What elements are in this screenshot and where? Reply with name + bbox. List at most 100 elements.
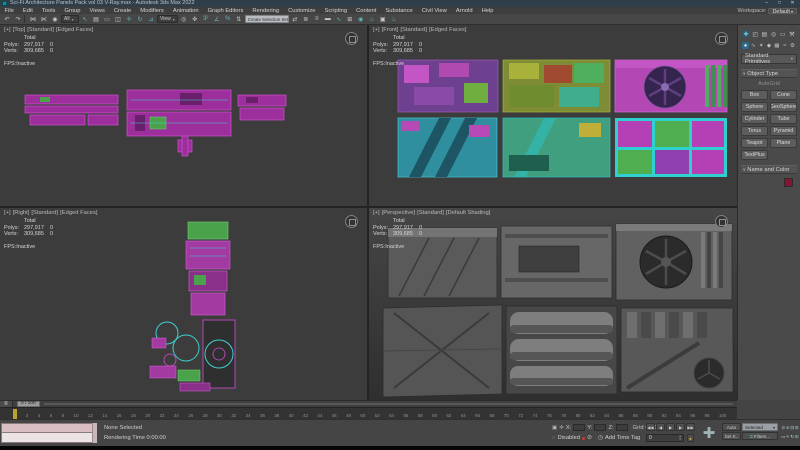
viewport-top-canvas[interactable] — [0, 25, 367, 206]
menu-item[interactable]: Arnold — [451, 8, 477, 14]
menu-item[interactable]: Tools — [37, 8, 60, 14]
viewport-label-token[interactable]: [+] — [4, 27, 11, 33]
go-to-end-button[interactable]: ▶▶ — [686, 423, 695, 431]
viewport-label-token[interactable]: [Edged Faces] — [60, 210, 97, 216]
viewport-right-canvas[interactable] — [0, 208, 367, 400]
select-by-name-icon[interactable]: ▤ — [91, 15, 101, 24]
viewport-label-token[interactable]: [Standard] — [417, 210, 444, 216]
maxscript-mini-listener[interactable] — [1, 423, 97, 443]
viewport-label-token[interactable]: [Right] — [13, 210, 30, 216]
menu-item[interactable]: Create — [109, 8, 135, 14]
zoom-extents-all-icon[interactable]: ⊠ — [795, 423, 800, 432]
viewport-perspective-canvas[interactable] — [369, 208, 737, 400]
named-selection-set-dropdown[interactable]: Create Selection Set — [245, 15, 289, 23]
tab-utilities[interactable]: ⚒ — [788, 30, 796, 38]
bind-to-space-warp-icon[interactable]: ◉ — [50, 15, 60, 24]
viewport-label-token[interactable]: [Edged Faces] — [56, 27, 93, 33]
next-frame-button[interactable]: ▶ — [676, 423, 685, 431]
subtab-geometry[interactable]: ● — [742, 42, 749, 49]
previous-frame-button[interactable]: ◀ — [656, 423, 665, 431]
viewport-label-token[interactable]: [Standard] — [400, 27, 427, 33]
subtab-space-warps[interactable]: ≈ — [781, 42, 788, 49]
spinner-snap-icon[interactable]: ⇅ — [234, 15, 244, 24]
menu-item[interactable]: Substance — [381, 8, 417, 14]
primitive-button[interactable]: Box — [741, 90, 768, 100]
menu-item[interactable]: Edit — [18, 8, 37, 14]
maximize-button[interactable]: □ — [776, 0, 783, 7]
primitive-button[interactable]: TextPlus — [741, 150, 768, 160]
primitive-button[interactable]: GeoSphere — [770, 102, 797, 112]
z-coordinate-field[interactable] — [616, 424, 628, 431]
set-key-button[interactable]: Set K.. — [722, 432, 741, 440]
unlink-selection-icon[interactable]: ⋉ — [39, 15, 49, 24]
viewcube-gizmo[interactable] — [345, 215, 358, 228]
undo-icon[interactable]: ↶ — [2, 15, 12, 24]
primitive-button[interactable]: Pyramid — [770, 126, 797, 136]
disabled-toggle[interactable]: Disabled — [557, 435, 580, 441]
viewport-label-token[interactable]: [+] — [373, 27, 380, 33]
tab-create[interactable]: ✚ — [742, 30, 750, 38]
menu-item[interactable]: Help — [477, 8, 498, 14]
minimize-button[interactable]: – — [763, 0, 770, 7]
window-crossing-icon[interactable]: ◫ — [113, 15, 123, 24]
material-editor-icon[interactable]: ◉ — [356, 15, 366, 24]
play-button[interactable]: ▶ — [666, 423, 675, 431]
viewport-label-token[interactable]: [Edged Faces] — [429, 27, 466, 33]
align-icon[interactable]: ≣ — [301, 15, 311, 24]
viewport-label-token[interactable]: [Standard] — [27, 27, 54, 33]
name-and-color-rollout[interactable]: ▾ Name and Color — [741, 165, 797, 174]
reference-coordinate-dropdown[interactable]: View — [157, 15, 178, 23]
pan-cross-icon[interactable]: ✚ — [698, 422, 720, 443]
selection-lock-icon[interactable]: ▣ — [552, 425, 557, 431]
subtab-helpers[interactable]: ▦ — [773, 42, 780, 49]
layer-manager-icon[interactable]: ≡ — [312, 15, 322, 24]
primitive-button[interactable]: Plane — [770, 138, 797, 148]
menu-item[interactable]: Civil View — [417, 8, 451, 14]
track-bar[interactable]: 0246810121416182022242628303234363840424… — [0, 407, 737, 419]
mirror-icon[interactable]: ⇄ — [290, 15, 300, 24]
primitive-button[interactable]: Teapot — [741, 138, 768, 148]
primitive-button[interactable]: Cylinder — [741, 114, 768, 124]
viewport-right[interactable]: [+][Right][Standard][Edged Faces] Total … — [0, 208, 367, 400]
add-time-tag-button[interactable]: Add Time Tag — [605, 435, 640, 441]
time-slider-track[interactable] — [44, 403, 733, 405]
select-and-scale-icon[interactable]: ⊿ — [146, 15, 156, 24]
menu-item[interactable]: Customize — [284, 8, 320, 14]
ribbon-toggle-icon[interactable]: ▬ — [323, 15, 333, 24]
viewport-label-token[interactable]: [Top] — [13, 27, 26, 33]
frame-spinner-icon[interactable]: ▴▾ — [679, 435, 681, 441]
menu-item[interactable]: Modifiers — [136, 8, 169, 14]
subtab-lights[interactable]: ✦ — [758, 42, 765, 49]
object-type-rollout[interactable]: ▾ Object Type — [741, 69, 797, 78]
y-coordinate-field[interactable] — [594, 424, 606, 431]
tab-motion[interactable]: ◎ — [770, 30, 778, 38]
toolbar-separator[interactable] — [24, 15, 27, 23]
close-button[interactable]: ✕ — [789, 0, 796, 7]
subtab-cameras[interactable]: ◆ — [765, 42, 772, 49]
select-and-rotate-icon[interactable]: ↻ — [135, 15, 145, 24]
use-pivot-point-icon[interactable]: ◎ — [179, 15, 189, 24]
menu-item[interactable]: Group — [60, 8, 85, 14]
menu-item[interactable]: Animation — [168, 8, 203, 14]
time-slider[interactable]: ≣ 0 / 100 — [0, 400, 737, 407]
go-to-start-button[interactable]: ◀◀ — [646, 423, 655, 431]
maxscript-listener-white-pane[interactable] — [1, 433, 97, 443]
current-frame-field[interactable]: 0 ▴▾ — [646, 434, 684, 442]
viewcube-gizmo[interactable] — [715, 32, 728, 45]
tab-display[interactable]: ▭ — [779, 30, 787, 38]
viewport-label-token[interactable]: [Default Shading] — [446, 210, 490, 216]
menu-item[interactable]: Views — [85, 8, 109, 14]
maxscript-listener-scrollbar[interactable] — [92, 423, 97, 443]
autogrid-checkbox[interactable]: AutoGrid — [738, 81, 800, 87]
selection-filter-dropdown[interactable]: All — [61, 15, 79, 23]
subtab-shapes[interactable]: ∿ — [750, 42, 757, 49]
viewport-label-token[interactable]: [Perspective] — [382, 210, 416, 216]
rectangular-selection-region-icon[interactable]: ▭ — [102, 15, 112, 24]
menu-item[interactable]: Graph Editors — [203, 8, 248, 14]
slash-circle-icon[interactable]: ⊘ — [587, 435, 592, 441]
select-object-icon[interactable]: ↖ — [80, 15, 90, 24]
key-filter-dropdown[interactable]: Selected — [742, 423, 778, 431]
tab-modify[interactable]: ◰ — [751, 30, 759, 38]
subtab-systems[interactable]: ⚙ — [789, 42, 796, 49]
viewport-label-token[interactable]: [+] — [373, 210, 380, 216]
